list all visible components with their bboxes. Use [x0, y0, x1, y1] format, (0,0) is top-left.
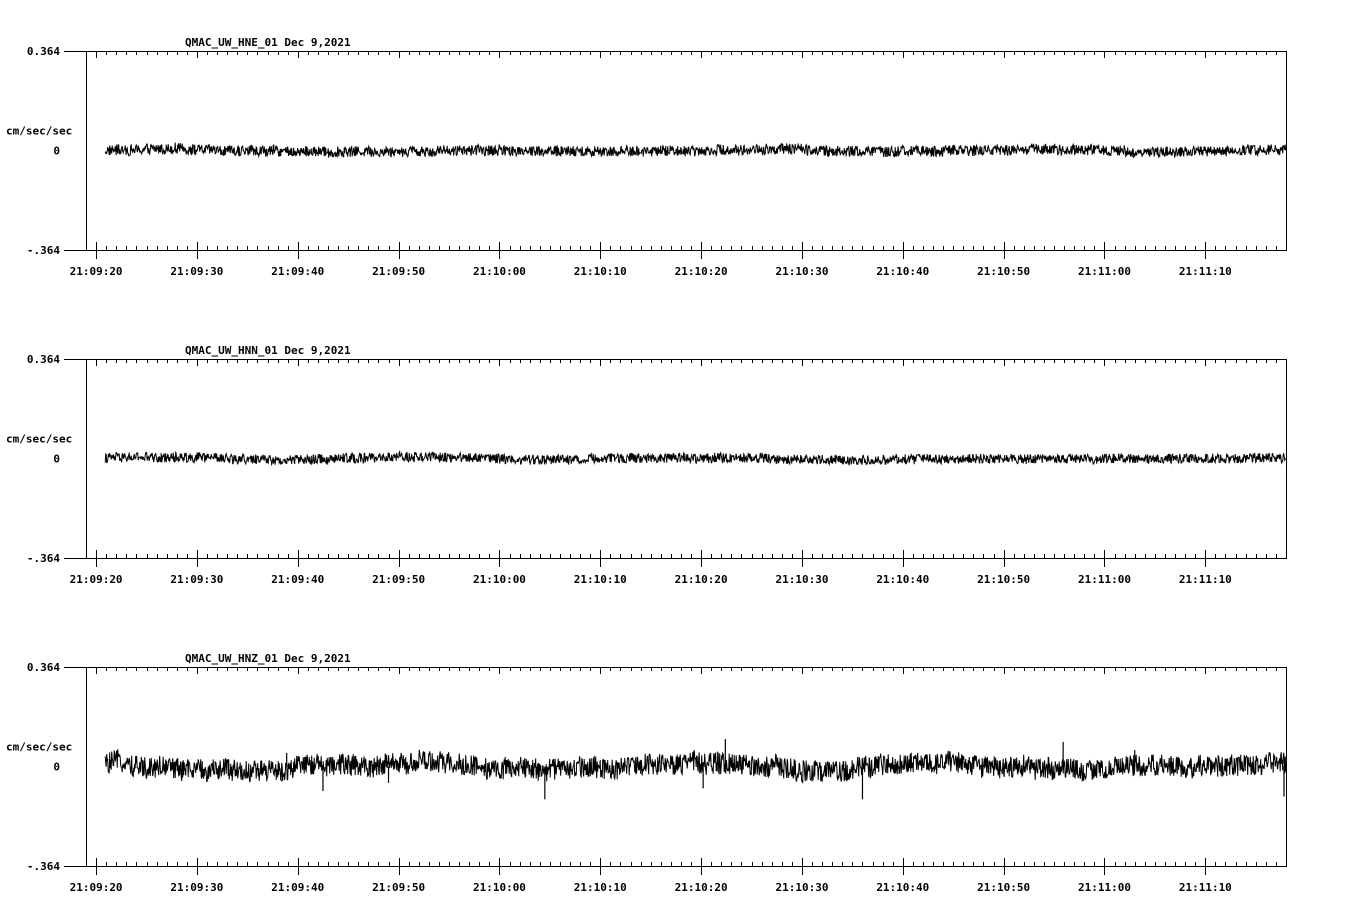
x-tick-label: 21:10:00 [473, 573, 526, 586]
panel-title: QMAC_UW_HNE_01 Dec 9,2021 [185, 36, 351, 49]
x-tick-label: 21:09:40 [271, 265, 324, 278]
y-tick-label: 0 [53, 761, 60, 774]
x-tick-label: 21:11:00 [1078, 881, 1131, 894]
y-tick-label: -.364 [27, 244, 60, 257]
panel-3: QMAC_UW_HNZ_01 Dec 9,2021 0.364 0 -.364 cm/s… [6, 652, 1287, 894]
y-tick-label: -.364 [27, 860, 60, 873]
x-tick-label: 21:09:50 [372, 881, 425, 894]
x-tick-label: 21:09:50 [372, 265, 425, 278]
y-tick-label: 0 [53, 453, 60, 466]
x-tick-label: 21:09:50 [372, 573, 425, 586]
y-tick-label: 0 [53, 145, 60, 158]
panel-title: QMAC_UW_HNN_01 Dec 9,2021 [185, 344, 351, 357]
waveform-trace [104, 749, 1287, 784]
seismogram-figure: QMAC_UW_HNE_01 Dec 9,2021 0.364 0 -.364 cm/s… [6, 36, 1287, 894]
y-tick-label: 0.364 [27, 45, 60, 58]
x-tick-label: 21:10:30 [775, 881, 828, 894]
x-tick-label: 21:10:00 [473, 881, 526, 894]
panel-1: QMAC_UW_HNE_01 Dec 9,2021 0.364 0 -.364 cm/s… [6, 36, 1287, 278]
x-tick-label: 21:09:30 [170, 573, 223, 586]
x-tick-label: 21:11:10 [1179, 265, 1232, 278]
waveform-trace [104, 142, 1287, 159]
x-tick-label: 21:10:20 [675, 265, 728, 278]
x-tick-label: 21:09:30 [170, 265, 223, 278]
x-tick-label: 21:10:20 [675, 573, 728, 586]
y-tick-label: 0.364 [27, 353, 60, 366]
y-axis-label: cm/sec/sec [6, 125, 72, 138]
y-axis-label: cm/sec/sec [6, 433, 72, 446]
x-tick-label: 21:10:30 [775, 573, 828, 586]
x-tick-label: 21:10:50 [977, 265, 1030, 278]
y-tick-label: -.364 [27, 552, 60, 565]
x-tick-label: 21:09:20 [70, 265, 123, 278]
x-tick-label: 21:09:30 [170, 881, 223, 894]
x-tick-label: 21:10:00 [473, 265, 526, 278]
x-tick-label: 21:10:10 [574, 265, 627, 278]
panel-title: QMAC_UW_HNZ_01 Dec 9,2021 [185, 652, 351, 665]
x-tick-label: 21:09:40 [271, 881, 324, 894]
y-tick-label: 0.364 [27, 661, 60, 674]
x-tick-label: 21:10:30 [775, 265, 828, 278]
x-tick-label: 21:09:40 [271, 573, 324, 586]
x-tick-label: 21:10:50 [977, 573, 1030, 586]
x-tick-label: 21:11:00 [1078, 265, 1131, 278]
x-tick-label: 21:10:50 [977, 881, 1030, 894]
x-tick-label: 21:10:40 [876, 265, 929, 278]
x-tick-label: 21:10:10 [574, 573, 627, 586]
y-axis-label: cm/sec/sec [6, 741, 72, 754]
x-tick-label: 21:10:10 [574, 881, 627, 894]
panel-2: QMAC_UW_HNN_01 Dec 9,2021 0.364 0 -.364 cm/s… [6, 344, 1287, 586]
waveform-trace [104, 449, 1287, 467]
x-tick-label: 21:11:10 [1179, 881, 1232, 894]
x-tick-label: 21:09:20 [70, 573, 123, 586]
x-tick-label: 21:09:20 [70, 881, 123, 894]
x-tick-label: 21:10:40 [876, 573, 929, 586]
x-tick-label: 21:11:10 [1179, 573, 1232, 586]
x-tick-label: 21:10:40 [876, 881, 929, 894]
x-tick-label: 21:10:20 [675, 881, 728, 894]
x-tick-label: 21:11:00 [1078, 573, 1131, 586]
